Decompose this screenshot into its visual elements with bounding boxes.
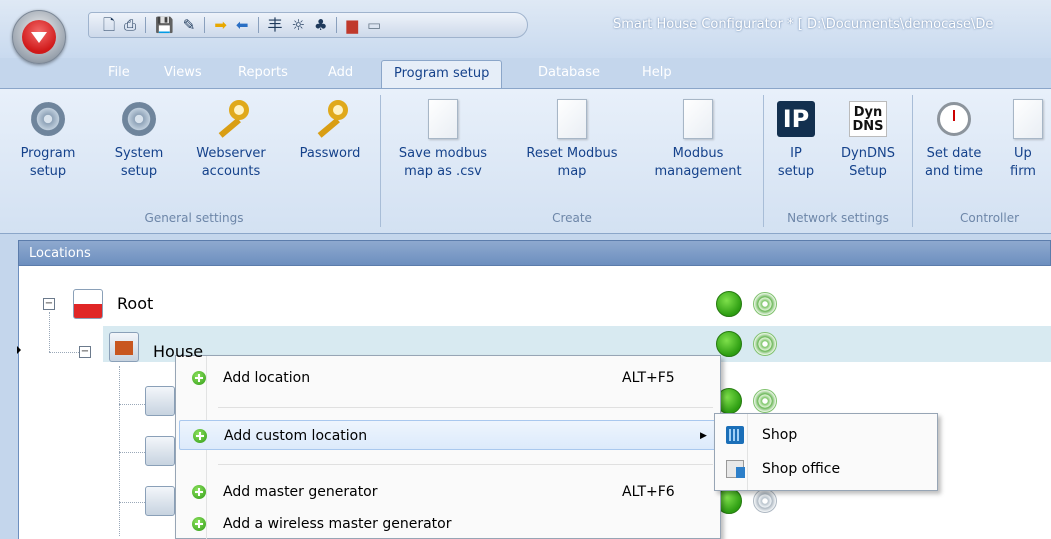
house-location-icon — [109, 332, 139, 362]
group-label-general-settings: General settings — [144, 211, 244, 225]
menu-item-add-wireless-master-generator[interactable]: Add a wireless master generator — [179, 509, 717, 539]
update-firmware-button[interactable]: Up firm — [1004, 95, 1051, 207]
tab-reports[interactable]: Reports — [226, 60, 300, 88]
menu-item-shop[interactable]: Shop — [718, 419, 934, 451]
webserver-accounts-button[interactable]: Webserver accounts — [178, 95, 284, 207]
document-icon — [678, 99, 718, 139]
add-icon — [192, 371, 206, 385]
menu-separator — [218, 464, 713, 465]
key-icon — [211, 99, 251, 139]
tree-connector — [49, 312, 50, 352]
wireless-signal-icon — [753, 389, 777, 413]
wireless-signal-icon — [753, 489, 777, 513]
locations-panel-header: Locations — [18, 240, 1051, 266]
current-row-marker — [17, 346, 21, 354]
group-label-controller: Controller — [960, 211, 1020, 225]
device-location-icon — [145, 436, 175, 466]
collapse-toggle[interactable]: − — [43, 298, 55, 310]
toolbar-divider — [336, 17, 338, 33]
window-title: Smart House Configurator * [ D:\Document… — [613, 17, 994, 32]
document-icon — [552, 99, 592, 139]
menu-separator — [218, 407, 713, 408]
tab-program-setup[interactable]: Program setup — [381, 60, 503, 88]
menu-item-add-custom-location[interactable]: Add custom location ▶ — [179, 420, 717, 450]
document-icon — [423, 99, 463, 139]
root-location-icon — [73, 289, 103, 319]
collapse-toggle[interactable]: − — [79, 346, 91, 358]
app-menu-button[interactable] — [12, 10, 66, 64]
dyndns-icon: Dyn DNS — [848, 99, 888, 139]
menu-tab-bar: File Views Reports Add Program setup Dat… — [0, 58, 1051, 88]
tree-connector — [119, 404, 145, 405]
network-icon[interactable]: ♣ — [314, 17, 327, 33]
antenna-icon[interactable]: ☼ — [292, 17, 305, 33]
submenu-arrow-icon: ▶ — [700, 431, 707, 441]
save-icon[interactable]: 💾 — [155, 17, 174, 33]
status-online-icon — [716, 291, 742, 317]
title-bar: 🗋 ⎙ 💾 ✎ ➡ ⬅ 丰 ☼ ♣ ▆ ▭ Smart House Config… — [0, 0, 1051, 64]
menu-item-add-master-generator[interactable]: Add master generator ALT+F6 — [179, 477, 717, 507]
set-date-time-button[interactable]: Set date and time — [916, 95, 992, 207]
building-icon — [726, 426, 744, 444]
tree-connector — [119, 366, 120, 536]
password-button[interactable]: Password — [288, 95, 372, 207]
context-menu: Add location ALT+F5 Add custom location … — [175, 355, 721, 539]
custom-location-submenu: Shop Shop office — [714, 413, 938, 491]
print-icon[interactable]: ⎙ — [124, 17, 136, 33]
tree-row-root[interactable]: − Root — [19, 286, 1051, 322]
office-icon — [726, 460, 745, 478]
tree-label-root: Root — [117, 294, 154, 313]
color-icon[interactable]: ▆ — [346, 17, 358, 33]
import-icon[interactable]: ➡ — [214, 17, 227, 33]
wireless-signal-icon — [753, 332, 777, 356]
add-icon — [193, 429, 207, 443]
device-location-icon — [145, 386, 175, 416]
ribbon: Program setup System setup Webserver acc… — [0, 88, 1051, 234]
wireless-signal-icon — [753, 292, 777, 316]
system-setup-button[interactable]: System setup — [104, 95, 174, 207]
toolbar-divider — [204, 17, 206, 33]
dyndns-setup-button[interactable]: Dyn DNS DynDNS Setup — [830, 95, 906, 207]
program-setup-button[interactable]: Program setup — [10, 95, 86, 207]
edit-icon[interactable]: ✎ — [183, 17, 196, 33]
document-icon — [1008, 99, 1048, 139]
filter-icon[interactable]: 丰 — [268, 17, 283, 33]
new-file-icon[interactable]: 🗋 — [103, 17, 115, 33]
ribbon-group-divider — [380, 95, 381, 227]
reset-modbus-map-button[interactable]: Reset Modbus map — [510, 95, 634, 207]
tab-help[interactable]: Help — [630, 60, 684, 88]
alarm-clock-icon — [934, 99, 974, 139]
tab-file[interactable]: File — [96, 60, 142, 88]
ribbon-group-divider — [912, 95, 913, 227]
tree-connector — [49, 352, 79, 353]
menu-item-add-location[interactable]: Add location ALT+F5 — [179, 363, 717, 393]
tree-connector — [119, 502, 145, 503]
device-location-icon — [145, 486, 175, 516]
export-icon[interactable]: ⬅ — [236, 17, 249, 33]
status-online-icon — [716, 331, 742, 357]
key-icon — [310, 99, 350, 139]
toolbar-divider — [257, 17, 259, 33]
tab-views[interactable]: Views — [152, 60, 214, 88]
ribbon-group-divider — [763, 95, 764, 227]
ip-icon: IP — [776, 99, 816, 139]
tab-add[interactable]: Add — [316, 60, 365, 88]
add-icon — [192, 485, 206, 499]
group-label-network-settings: Network settings — [787, 211, 889, 225]
modbus-management-button[interactable]: Modbus management — [636, 95, 760, 207]
group-label-create: Create — [552, 211, 592, 225]
tab-database[interactable]: Database — [526, 60, 612, 88]
tree-connector — [119, 452, 145, 453]
gear-icon — [119, 99, 159, 139]
menu-item-shop-office[interactable]: Shop office — [718, 453, 934, 485]
toolbar-divider — [145, 17, 147, 33]
gear-icon — [28, 99, 68, 139]
save-modbus-map-button[interactable]: Save modbus map as .csv — [386, 95, 500, 207]
tree-label-house: House — [153, 342, 204, 361]
quick-access-toolbar: 🗋 ⎙ 💾 ✎ ➡ ⬅ 丰 ☼ ♣ ▆ ▭ — [88, 12, 528, 38]
ip-setup-button[interactable]: IP IP setup — [768, 95, 824, 207]
brand-logo-icon — [22, 20, 56, 54]
add-icon — [192, 517, 206, 531]
monitor-icon[interactable]: ▭ — [367, 17, 381, 33]
